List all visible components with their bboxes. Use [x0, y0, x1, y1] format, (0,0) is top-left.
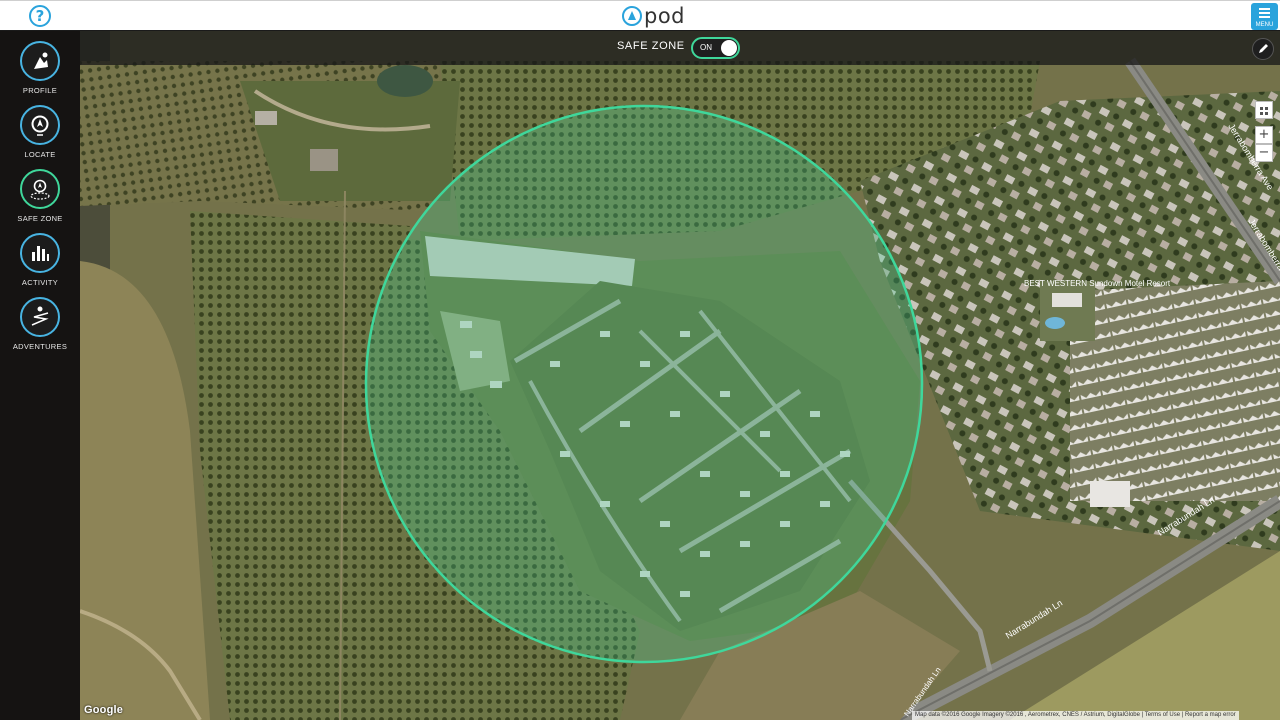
- sidebar-item-label: ACTIVITY: [21, 278, 59, 287]
- map-attribution[interactable]: Map data ©2016 Google Imagery ©2016 , Ae…: [912, 711, 1239, 720]
- sidebar-item-label: PROFILE: [22, 86, 58, 95]
- menu-button[interactable]: MENU: [1251, 3, 1278, 30]
- google-logo: Google: [84, 704, 124, 716]
- edit-zone-button[interactable]: [1252, 38, 1274, 60]
- logo-text: pod: [644, 4, 686, 28]
- pencil-icon: [1259, 44, 1268, 53]
- map-view[interactable]: Jerrabomberra Ave Jerrabomberra Ave Narr…: [80, 31, 1280, 720]
- sidebar: PROFILE LOCATE SAFE ZONE ACTIVITY ADVENT…: [0, 31, 80, 720]
- profile-icon: [20, 41, 60, 81]
- safe-zone-label: SAFE ZONE: [617, 40, 685, 52]
- sidebar-item-label: LOCATE: [24, 150, 56, 159]
- locate-icon: [20, 105, 60, 145]
- safe-zone-toggle[interactable]: ON: [691, 37, 740, 59]
- sidebar-item-profile[interactable]: PROFILE: [0, 41, 80, 101]
- pod-logo: pod: [622, 5, 685, 27]
- sidebar-item-label: SAFE ZONE: [17, 214, 63, 223]
- satellite-map[interactable]: Jerrabomberra Ave Jerrabomberra Ave Narr…: [80, 31, 1280, 720]
- sidebar-item-adventures[interactable]: ADVENTURES: [0, 297, 80, 357]
- menu-label: MENU: [1255, 22, 1274, 28]
- toggle-knob: [721, 40, 737, 56]
- adventures-icon: [20, 297, 60, 337]
- pod-logo-icon: [622, 6, 642, 26]
- poi-label: BEST WESTERN Sundown Motel Resort: [1024, 279, 1171, 288]
- sidebar-item-safe-zone[interactable]: SAFE ZONE: [0, 169, 80, 229]
- sidebar-item-label: ADVENTURES: [12, 342, 68, 351]
- sidebar-item-activity[interactable]: ACTIVITY: [0, 233, 80, 293]
- top-bar: ? pod MENU: [0, 0, 1280, 31]
- sidebar-item-locate[interactable]: LOCATE: [0, 105, 80, 165]
- help-button[interactable]: ?: [29, 5, 51, 27]
- map-type-button[interactable]: [1255, 101, 1273, 119]
- zoom-out-button[interactable]: −: [1255, 144, 1273, 162]
- zoom-in-button[interactable]: +: [1255, 126, 1273, 144]
- safe-zone-icon: [20, 169, 60, 209]
- toggle-text: ON: [700, 43, 712, 52]
- safe-zone-circle: [364, 104, 924, 664]
- activity-icon: [20, 233, 60, 273]
- hamburger-icon: [1259, 8, 1270, 20]
